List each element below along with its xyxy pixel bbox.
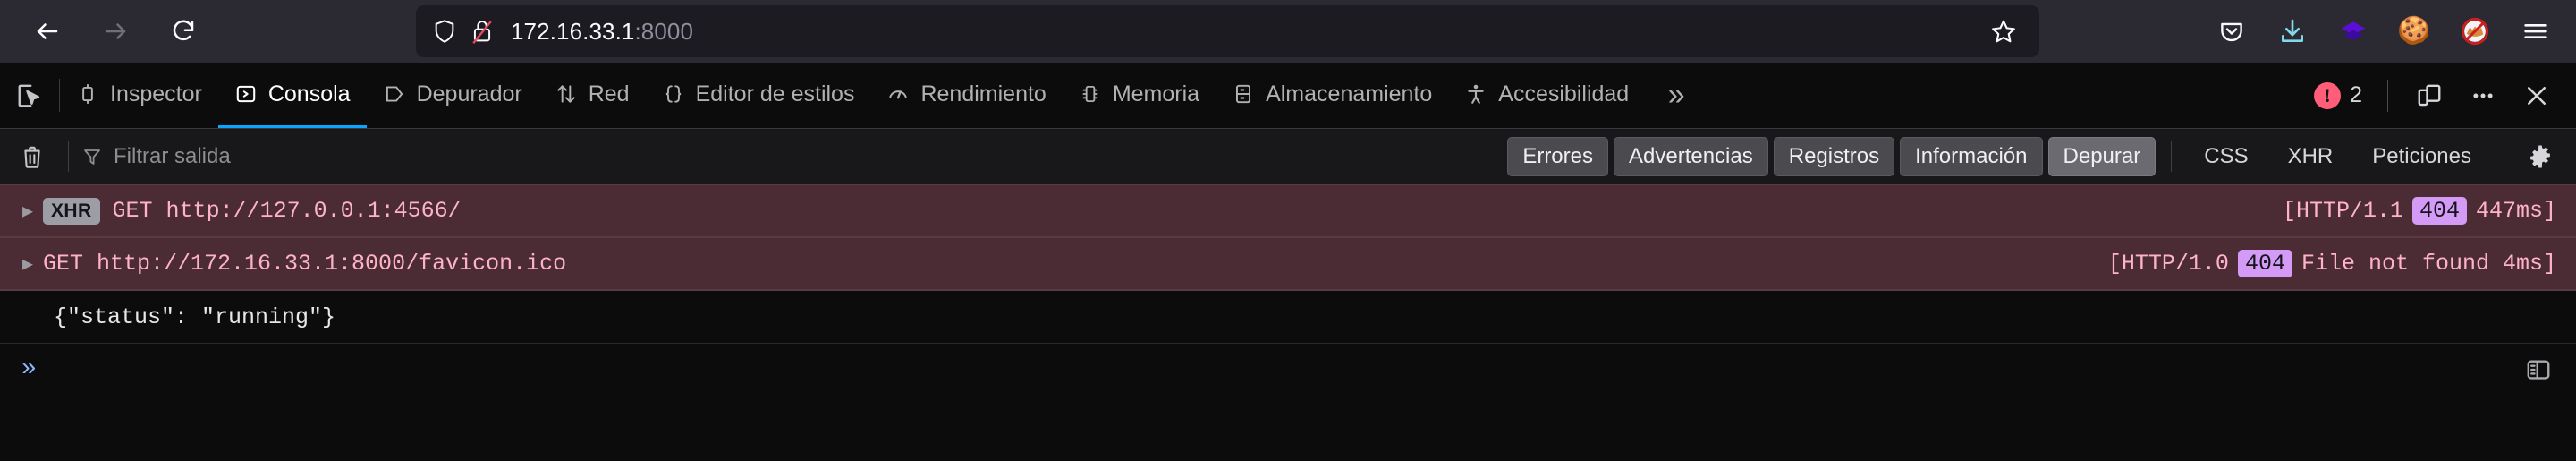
split-console-icon[interactable] [2515,346,2562,393]
tab-depurador[interactable]: Depurador [367,63,538,128]
tab-label: Red [588,81,630,107]
gear-icon[interactable] [2517,133,2563,180]
url-bar[interactable]: 172.16.33.1:8000 [416,5,2039,57]
storage-icon [1232,82,1255,106]
error-count-badge[interactable]: ! 2 [2305,81,2371,109]
console-row-meta: [HTTP/1.0 404 File not found 4ms] [2108,250,2556,277]
filter-placeholder: Filtrar salida [114,143,231,168]
filter-input[interactable]: Filtrar salida [81,137,1504,176]
http-version: [HTTP/1.0 [2107,251,2229,277]
close-devtools-icon[interactable] [2512,71,2562,121]
funnel-icon [81,146,103,167]
tabs-overflow-icon[interactable]: » [1645,63,1707,128]
devtools-panel: Inspector Consola Depurador Red Editor d… [0,63,2576,395]
filter-peticiones[interactable]: Peticiones [2355,137,2488,176]
filter-xhr[interactable]: XHR [2271,137,2351,176]
http-version: [HTTP/1.1 [2282,198,2403,224]
console-icon [234,82,258,106]
url-text[interactable]: 172.16.33.1:8000 [511,18,1980,46]
devtools-toolbar-right: ! 2 [2305,63,2576,128]
trash-icon[interactable] [9,133,55,180]
url-port: :8000 [634,17,694,45]
tab-label: Inspector [110,81,202,107]
filter-informacion[interactable]: Información [1900,136,2043,176]
filter-css[interactable]: CSS [2187,137,2265,176]
tab-label: Editor de estilos [695,81,855,107]
expand-twisty-icon[interactable]: ▶ [13,252,43,276]
tab-label: Rendimiento [920,81,1046,107]
response-time: 447ms] [2475,198,2556,224]
toolbar-divider [2387,79,2388,112]
accessibility-icon [1464,82,1487,106]
bookmark-star-icon[interactable] [1980,8,2027,55]
filter-advertencias[interactable]: Advertencias [1614,136,1768,176]
tab-label: Almacenamiento [1266,81,1433,107]
filter-registros[interactable]: Registros [1773,136,1895,176]
responsive-design-mode-icon[interactable] [2404,71,2454,121]
inspector-icon [76,82,99,106]
downloads-icon[interactable] [2267,5,2318,57]
console-filter-buttons: Errores Advertencias Registros Informaci… [1504,133,2563,180]
filter-depurar[interactable]: Depurar [2047,136,2157,176]
tab-label: Accesibilidad [1498,81,1630,107]
network-icon [555,82,578,106]
back-button[interactable] [20,4,75,59]
console-message: {"status": "running"} [54,303,336,330]
tab-consola[interactable]: Consola [217,63,367,128]
reload-button[interactable] [156,4,211,59]
devtools-tabbar: Inspector Consola Depurador Red Editor d… [0,63,2576,129]
filter-errores[interactable]: Errores [1507,136,1608,176]
meatball-menu-icon[interactable] [2458,71,2508,121]
performance-icon [886,82,910,106]
tab-almacenamiento[interactable]: Almacenamiento [1216,63,1448,128]
filter-group-divider [2171,141,2173,172]
tab-accesibilidad[interactable]: Accesibilidad [1448,63,1645,128]
pocket-icon[interactable] [2206,5,2258,57]
status-badge: 404 [2411,197,2467,225]
lock-insecure-icon[interactable] [470,18,495,45]
no-fox-icon[interactable] [2449,5,2501,57]
console-filter-toolbar: Filtrar salida Errores Advertencias Regi… [0,129,2576,184]
console-message: GET http://172.16.33.1:8000/favicon.ico [43,251,567,277]
tab-label: Depurador [416,81,522,107]
debugger-icon [383,82,406,106]
response-time: File not found 4ms] [2301,251,2556,277]
tab-memoria[interactable]: Memoria [1063,63,1216,128]
error-icon: ! [2314,81,2342,109]
cookie-icon[interactable]: 🍪 [2388,5,2440,57]
forward-button[interactable] [88,4,143,59]
xhr-badge: XHR [43,197,100,225]
console-row-log-1[interactable]: {"status": "running"} [0,290,2576,343]
tab-red[interactable]: Red [538,63,646,128]
memory-icon [1079,82,1102,106]
console-output: ▶ XHR GET http://127.0.0.1:4566/ [HTTP/1… [0,184,2576,343]
console-row-error-2[interactable]: ▶ GET http://172.16.33.1:8000/favicon.ic… [0,237,2576,290]
browser-toolbar-icons: 🍪 [2206,0,2562,63]
tab-label: Memoria [1112,81,1200,107]
extension-layers-icon[interactable] [2327,5,2379,57]
url-host: 172.16.33.1 [511,17,635,45]
tab-rendimiento[interactable]: Rendimiento [870,63,1062,128]
tab-inspector[interactable]: Inspector [60,63,218,128]
status-badge: 404 [2237,250,2292,277]
devtools-tab-list: Inspector Consola Depurador Red Editor d… [60,63,1645,128]
console-prompt[interactable]: » [0,343,2576,395]
prompt-chevron-icon: » [21,355,37,383]
console-message: GET http://127.0.0.1:4566/ [112,198,462,224]
tab-editor-de-estilos[interactable]: Editor de estilos [646,63,871,128]
expand-twisty-icon[interactable]: ▶ [13,200,43,223]
style-editor-icon [662,82,685,106]
app-menu-icon[interactable] [2510,5,2562,57]
filterbar-divider [68,141,69,172]
console-row-error-1[interactable]: ▶ XHR GET http://127.0.0.1:4566/ [HTTP/1… [0,184,2576,237]
console-row-meta: [HTTP/1.1 404 447ms] [2283,197,2556,225]
element-picker-icon[interactable] [0,63,59,128]
browser-nav-bar: 172.16.33.1:8000 🍪 [0,0,2576,63]
shield-icon[interactable] [432,19,457,44]
error-count: 2 [2350,82,2362,107]
tab-label: Consola [267,81,351,107]
